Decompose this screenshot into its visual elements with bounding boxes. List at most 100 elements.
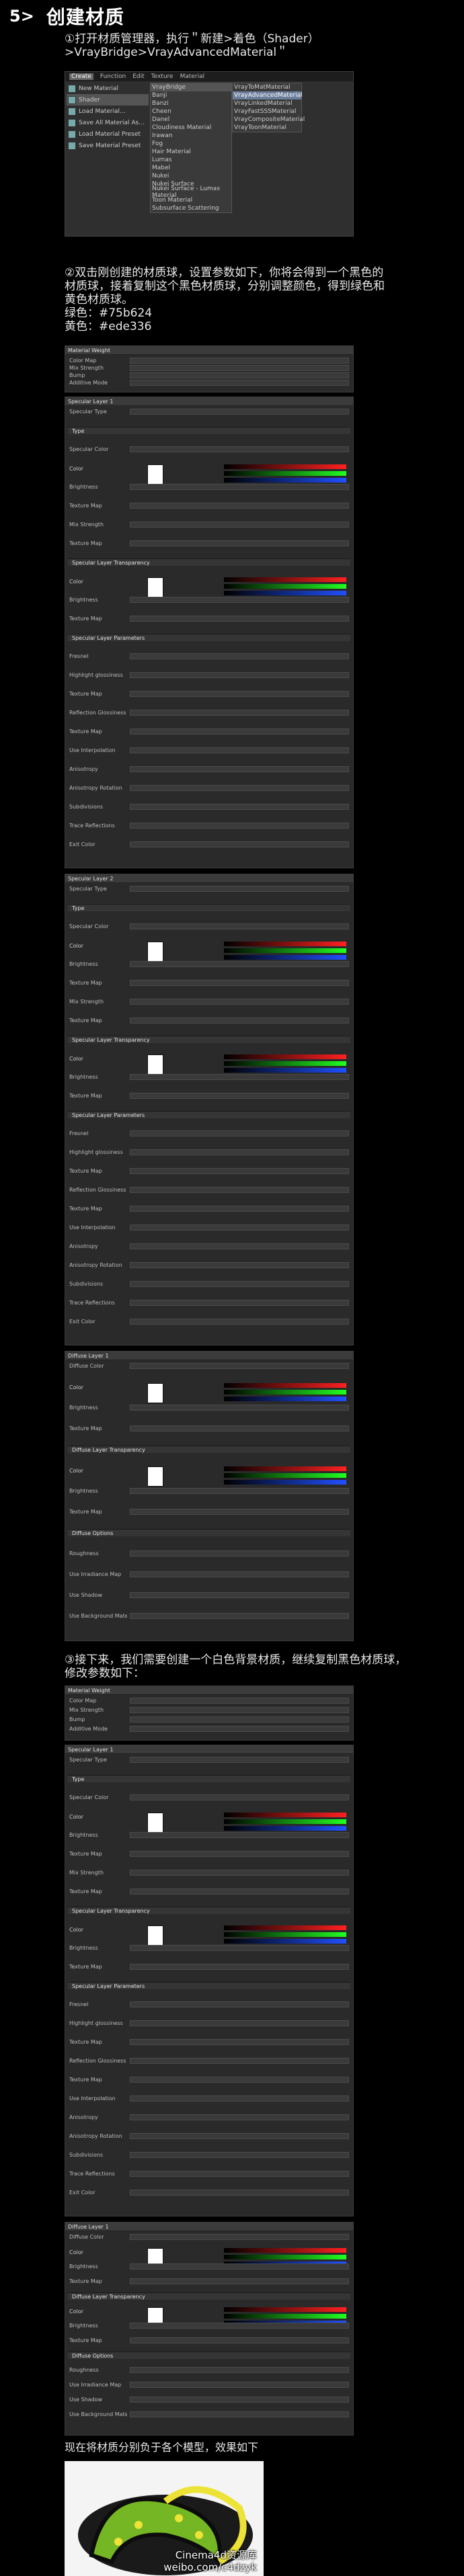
rgb-slider-g[interactable] [224,1819,346,1824]
shader-item[interactable]: Irawan [151,132,231,140]
param-field[interactable] [130,2020,349,2026]
rgb-slider-bl[interactable] [224,955,346,960]
param-field[interactable] [130,690,349,697]
vray-item-advanced-material[interactable]: VrayAdvancedMaterial [233,91,303,99]
param-field[interactable] [130,2411,349,2417]
color-swatch[interactable] [147,1383,163,1403]
rgb-slider-bl[interactable] [224,1068,346,1073]
param-field[interactable] [130,1280,349,1287]
menu-item-load-preset[interactable]: Load Material Preset [67,128,149,140]
param-field[interactable] [130,2366,349,2373]
param-field[interactable] [130,1794,349,1800]
shader-item[interactable]: Subsurface Scattering [151,204,231,212]
rgb-sliders[interactable] [224,1466,346,1487]
param-field[interactable] [130,1591,349,1598]
menu-item-save-all[interactable]: Save All Material As... [67,117,149,128]
param-field[interactable] [130,1425,349,1431]
param-field[interactable] [130,2381,349,2388]
menu-function[interactable]: Function [100,73,126,80]
section-header[interactable]: Diffuse Layer Transparency [68,2292,350,2300]
rgb-slider-g[interactable] [224,1932,346,1937]
param-field[interactable] [130,841,349,847]
rgb-slider-bl[interactable] [224,1397,346,1401]
shader-item[interactable]: Danel [151,116,231,124]
param-field[interactable] [130,822,349,829]
param-field[interactable] [130,747,349,753]
param-field[interactable] [130,784,349,791]
param-field[interactable] [130,2278,349,2284]
param-field[interactable] [130,483,349,490]
color-swatch[interactable] [147,464,163,485]
param-field[interactable] [130,2057,349,2064]
param-field[interactable] [130,2076,349,2083]
param-field[interactable] [130,2396,349,2403]
param-field[interactable] [130,1487,349,1494]
shader-item[interactable]: Banji [151,91,231,99]
param-field[interactable] [130,1831,349,1838]
param-field[interactable] [130,1149,349,1155]
color-swatch[interactable] [147,1466,163,1487]
param-field[interactable] [130,998,349,1005]
param-field[interactable] [130,979,349,986]
rgb-slider-g[interactable] [224,471,346,476]
rgb-slider-r[interactable] [224,1813,346,1817]
rgb-slider-g[interactable] [224,1473,346,1478]
rgb-slider-r[interactable] [224,942,346,946]
color-swatch[interactable] [147,1925,163,1946]
color-swatch[interactable] [147,577,163,597]
param-field[interactable] [130,1706,349,1713]
param-field[interactable] [130,2263,349,2270]
shader-item[interactable]: VrayBridge [151,83,231,91]
param-field[interactable] [130,1571,349,1577]
param-field[interactable] [130,728,349,735]
param-field[interactable] [130,2114,349,2120]
param-field[interactable] [130,803,349,810]
param-field[interactable] [130,1850,349,1857]
section-header[interactable]: Type [68,1775,350,1782]
section-header[interactable]: Type [68,427,350,434]
param-field[interactable] [130,1756,349,1763]
param-field[interactable] [130,2322,349,2329]
param-field[interactable] [130,2170,349,2177]
param-field[interactable] [130,364,349,371]
param-field[interactable] [130,709,349,716]
param-field[interactable] [130,1299,349,1306]
rgb-slider-r[interactable] [224,1466,346,1471]
rgb-sliders[interactable] [224,1054,346,1075]
rgb-slider-bl[interactable] [224,1480,346,1485]
param-field[interactable] [130,1716,349,1722]
color-swatch[interactable] [147,942,163,962]
rgb-slider-g[interactable] [224,2255,346,2259]
section-header[interactable]: Specular Layer Transparency [68,1907,350,1914]
param-field[interactable] [130,502,349,509]
param-field[interactable] [130,1318,349,1325]
param-field[interactable] [130,2233,349,2240]
rgb-slider-r[interactable] [224,2307,346,2312]
vray-item[interactable]: VrayFastSSSMaterial [233,108,301,116]
section-header[interactable]: Specular Layer Parameters [68,634,350,641]
param-field[interactable] [130,2151,349,2158]
param-field[interactable] [130,1017,349,1024]
param-field[interactable] [130,1869,349,1876]
menu-item-new-material[interactable]: New Material [67,83,149,94]
shader-item[interactable]: Nukei Surface - Lumas Material [151,185,231,199]
param-field[interactable] [130,1224,349,1231]
param-field[interactable] [130,923,349,929]
section-header[interactable]: Specular Layer Parameters [68,1982,350,1989]
shader-item[interactable]: Cloudiness Material [151,124,231,132]
vray-item[interactable]: VrayToMatMaterial [233,83,301,91]
param-field[interactable] [130,1888,349,1895]
param-field[interactable] [130,379,349,386]
param-field[interactable] [130,1404,349,1411]
param-field[interactable] [130,2132,349,2139]
param-field[interactable] [130,1186,349,1193]
rgb-slider-r[interactable] [224,1054,346,1059]
rgb-sliders[interactable] [224,1925,346,1946]
rgb-slider-r[interactable] [224,464,346,469]
shader-item[interactable]: Nukei [151,172,231,180]
rgb-slider-bl[interactable] [224,478,346,483]
section-header[interactable]: Type [68,904,350,911]
param-field[interactable] [130,372,349,378]
rgb-slider-g[interactable] [224,2314,346,2319]
rgb-slider-r[interactable] [224,2248,346,2253]
